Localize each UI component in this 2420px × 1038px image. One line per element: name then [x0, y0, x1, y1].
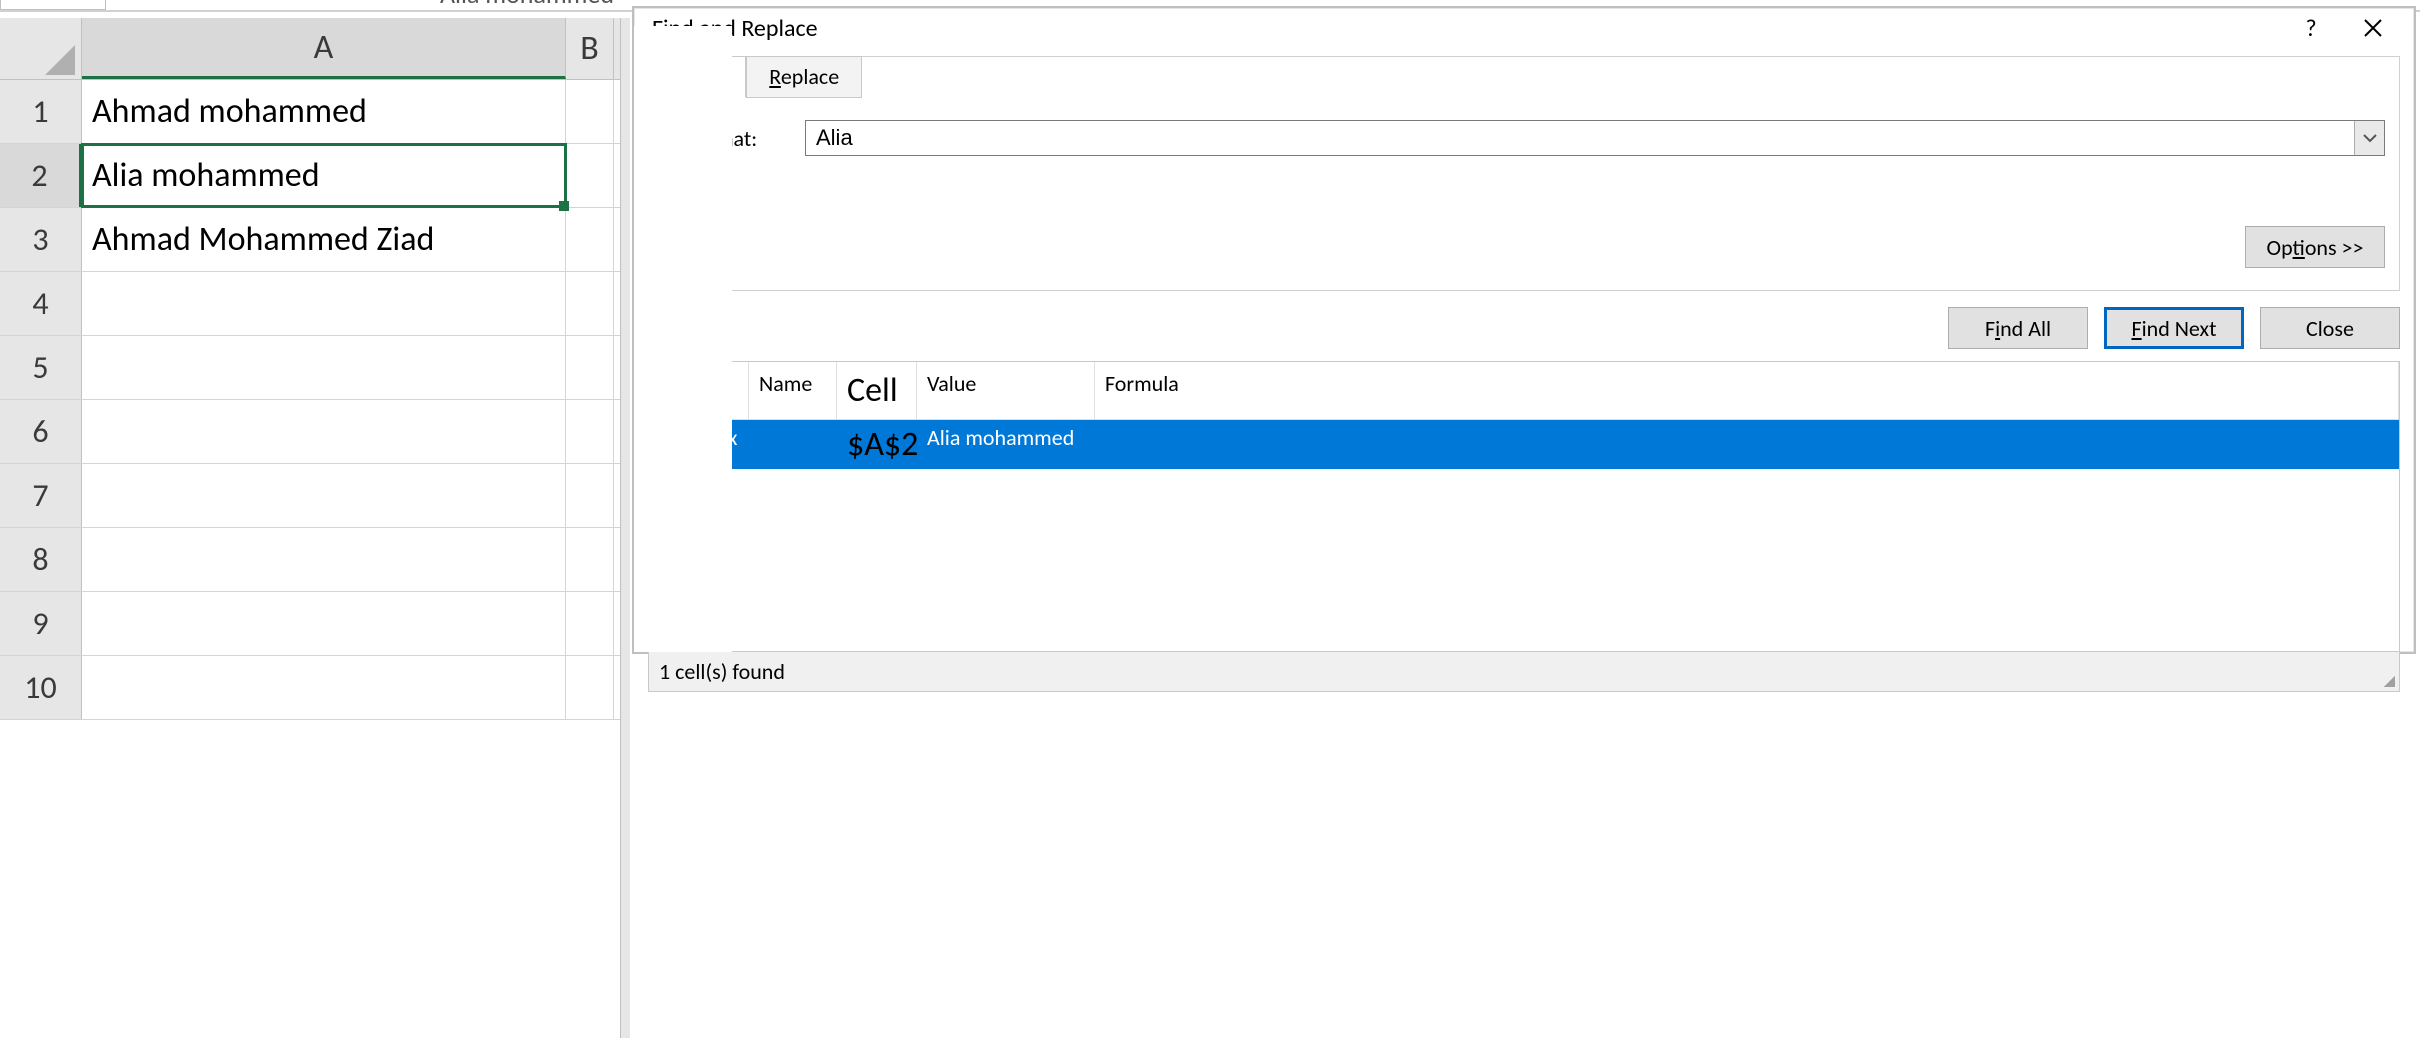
results-empty-area[interactable] [649, 469, 2399, 651]
results-list[interactable]: Book Sheet Name Cell Value Formula ALIA.… [648, 361, 2400, 652]
find-what-input[interactable] [806, 121, 2354, 155]
row-header[interactable]: 4 [0, 272, 82, 335]
results-row[interactable]: ALIA.xlsxSheet1$A$2Alia mohammed [649, 420, 2399, 469]
formula-bar-text[interactable]: Alia mohammed [440, 0, 614, 10]
cell[interactable] [566, 464, 614, 527]
find-all-button[interactable]: Find All [1948, 307, 2088, 349]
row-header[interactable]: 7 [0, 464, 82, 527]
dialog-titlebar[interactable]: Find and Replace ? [634, 8, 2414, 48]
sheet-row: 9 [0, 592, 620, 656]
sheet-row: 1Ahmad mohammed [0, 80, 620, 144]
results-header-name[interactable]: Name [749, 362, 837, 419]
sheet-right-gutter [620, 18, 630, 1038]
cell[interactable] [566, 400, 614, 463]
sheet-row: 7 [0, 464, 620, 528]
dialog-title: Find and Replace [652, 14, 2276, 43]
cell[interactable] [566, 208, 614, 271]
sheet-row: 3Ahmad Mohammed Ziad [0, 208, 620, 272]
results-header-cell[interactable]: Cell [837, 362, 917, 419]
options-button[interactable]: Options >> [2245, 226, 2385, 268]
cell[interactable] [82, 656, 566, 719]
cell[interactable] [82, 464, 566, 527]
cell[interactable] [566, 336, 614, 399]
row-header[interactable]: 8 [0, 528, 82, 591]
find-next-button[interactable]: Find Next [2104, 307, 2244, 349]
row-header[interactable]: 1 [0, 80, 82, 143]
results-cell-name [749, 420, 837, 469]
results-cell-formula [1095, 420, 2399, 469]
cell[interactable]: Ahmad Mohammed Ziad [82, 208, 566, 271]
sheet-row: 4 [0, 272, 620, 336]
help-icon[interactable]: ? [2284, 8, 2338, 48]
sheet-row: 6 [0, 400, 620, 464]
worksheet-grid[interactable]: A B 1Ahmad mohammed2Alia mohammed3Ahmad … [0, 18, 620, 1038]
cell[interactable] [82, 272, 566, 335]
cell[interactable] [566, 592, 614, 655]
results-header-value[interactable]: Value [917, 362, 1095, 419]
find-replace-dialog: Find and Replace ? Find Replace Find wha… [632, 6, 2416, 654]
dialog-action-row: Find All Find Next Close [634, 291, 2414, 361]
cell[interactable]: Ahmad mohammed [82, 80, 566, 143]
row-header[interactable]: 10 [0, 656, 82, 719]
row-header[interactable]: 2 [0, 144, 82, 207]
column-header-b[interactable]: B [566, 18, 614, 79]
row-header[interactable]: 3 [0, 208, 82, 271]
column-headers[interactable]: A B [0, 18, 620, 80]
dialog-statusbar: 1 cell(s) found [648, 652, 2400, 692]
results-header-formula[interactable]: Formula [1095, 362, 2399, 419]
close-icon[interactable] [2346, 8, 2400, 48]
cell[interactable] [566, 656, 614, 719]
sheet-row: 2Alia mohammed [0, 144, 620, 208]
cell[interactable] [566, 144, 614, 207]
cell[interactable] [82, 592, 566, 655]
cell[interactable] [82, 336, 566, 399]
cell[interactable]: Alia mohammed [82, 144, 566, 207]
cell[interactable] [566, 80, 614, 143]
select-all-triangle[interactable] [0, 18, 82, 79]
dialog-tabs: Find Replace [662, 56, 2385, 98]
sheet-row: 10 [0, 656, 620, 720]
cell[interactable] [82, 400, 566, 463]
results-cell-cell: $A$2 [837, 420, 917, 469]
row-header[interactable]: 9 [0, 592, 82, 655]
close-button[interactable]: Close [2260, 307, 2400, 349]
column-header-a[interactable]: A [82, 18, 566, 79]
cell[interactable] [566, 528, 614, 591]
row-header[interactable]: 6 [0, 400, 82, 463]
cell[interactable] [82, 528, 566, 591]
find-what-dropdown-icon[interactable] [2354, 121, 2384, 155]
sheet-row: 8 [0, 528, 620, 592]
cell[interactable] [566, 272, 614, 335]
find-what-combobox[interactable] [805, 120, 2385, 156]
name-box[interactable]: A2 [0, 0, 106, 10]
results-cell-sheet: Sheet1 [634, 26, 732, 652]
results-cell-value: Alia mohammed [917, 420, 1095, 469]
results-header-row[interactable]: Book Sheet Name Cell Value Formula [649, 362, 2399, 420]
tab-replace[interactable]: Replace [746, 56, 862, 98]
sheet-row: 5 [0, 336, 620, 400]
row-header[interactable]: 5 [0, 336, 82, 399]
